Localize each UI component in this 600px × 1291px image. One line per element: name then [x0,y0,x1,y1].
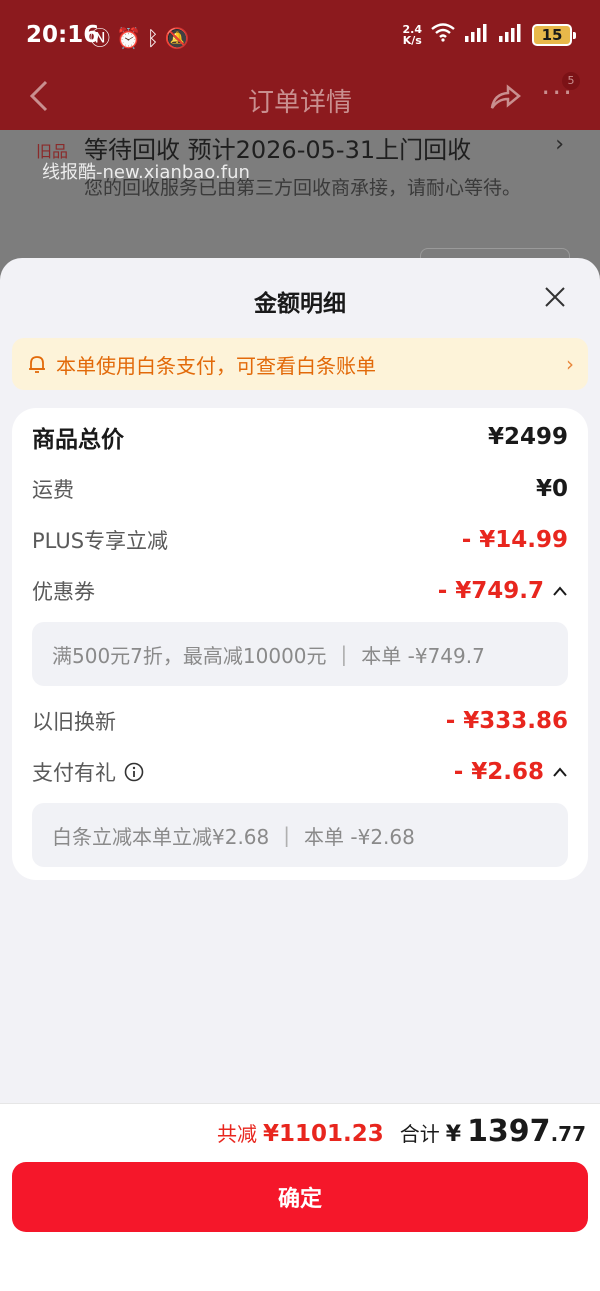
total-label: 合计 [399,1122,440,1146]
plus-discount-value: - ¥14.99 [461,527,568,553]
notice-text: 本单使用白条支付，可查看白条账单 [56,353,376,378]
payment-gift-label-group: 支付有礼 [32,757,144,787]
footer-bar: 共减 ¥1101.23 合计 ¥ 1397 .77 确定 [0,1103,600,1291]
coupon-value-group: - ¥749.7 [438,578,568,604]
close-icon[interactable] [542,284,568,310]
payment-gift-value: - ¥2.68 [453,759,544,785]
reduce-value: ¥1101.23 [262,1121,384,1147]
row-payment-gift[interactable]: 支付有礼 - ¥2.68 [32,755,568,789]
mute-icon: 🔕 [164,26,196,50]
trade-in-label: 以旧换新 [32,710,116,734]
coupon-rule: 满500元7折，最高减10000元 [52,643,327,668]
coupon-value: - ¥749.7 [437,578,544,604]
totals: 共减 ¥1101.23 合计 ¥ 1397 .77 [217,1114,586,1149]
total-price-value: ¥2499 [487,424,568,450]
reduce-label: 共减 [216,1122,257,1146]
coupon-detail: 满500元7折，最高减10000元 | 本单 -¥749.7 [32,622,568,686]
coupon-label: 优惠券 [32,580,95,604]
row-coupon[interactable]: 优惠券 - ¥749.7 [32,574,568,608]
payment-gift-detail: 白条立减本单立减¥2.68 | 本单 -¥2.68 [32,803,568,867]
network-speed: 2.4 K/s [402,22,423,47]
alarm-icon: ⏰ [116,26,147,50]
status-bar: 20:16 Ⓝ⏰ᛒ🔕 2.4 K/s 15 [0,0,600,70]
baitiao-notice[interactable]: 本单使用白条支付，可查看白条账单 › [12,338,588,390]
amount-detail-card: 商品总价 ¥2499 运费 ¥0 PLUS专享立减 - ¥14.99 优惠券 -… [12,408,588,880]
confirm-button[interactable]: 确定 [12,1162,588,1232]
total-integer: 1397 [467,1114,551,1149]
row-shipping: 运费 ¥0 [32,472,568,506]
chevron-right-icon: › [555,132,564,157]
chevron-up-icon[interactable] [552,585,568,597]
share-icon[interactable] [488,80,522,118]
separator: | [340,642,348,666]
status-icons: Ⓝ⏰ᛒ🔕 [90,22,196,51]
bell-icon [26,353,48,375]
plus-discount-label: PLUS专享立减 [32,529,169,553]
row-plus-discount: PLUS专享立减 - ¥14.99 [32,523,568,557]
payment-gift-amount: 本单 -¥2.68 [304,824,415,849]
battery-icon: 15 [532,23,576,46]
coupon-amount: 本单 -¥749.7 [361,643,485,668]
chevron-up-icon[interactable] [552,766,568,778]
total-currency: ¥ [445,1122,462,1147]
payment-gift-rule: 白条立减本单立减¥2.68 [52,824,270,849]
shipping-label: 运费 [32,478,74,502]
sheet-title: 金额明细 [254,291,346,317]
status-right: 2.4 K/s 15 [402,22,576,47]
shipping-value: ¥0 [535,476,568,502]
bluetooth-icon: ᛒ [146,26,165,50]
row-total-price: 商品总价 ¥2499 [32,420,568,454]
nfc-icon: Ⓝ [90,26,116,50]
more-badge: 5 [562,72,580,90]
total-decimal: .77 [550,1122,586,1146]
status-time: 20:16 [26,22,100,48]
separator: | [283,823,291,847]
watermark: 线报酷-new.xianbao.fun [42,162,250,183]
payment-gift-value-group: - ¥2.68 [454,759,568,785]
info-icon[interactable] [124,762,144,782]
signal-icon [498,23,524,46]
payment-gift-label: 支付有礼 [32,761,116,785]
trade-in-value: - ¥333.86 [445,708,568,734]
nav-bar: 订单详情 ··· 5 [0,70,600,130]
wifi-icon [430,22,456,47]
row-trade-in: 以旧换新 - ¥333.86 [32,704,568,738]
chevron-right-icon: › [566,352,574,376]
signal-icon [464,23,490,46]
total-price-label: 商品总价 [32,427,124,453]
